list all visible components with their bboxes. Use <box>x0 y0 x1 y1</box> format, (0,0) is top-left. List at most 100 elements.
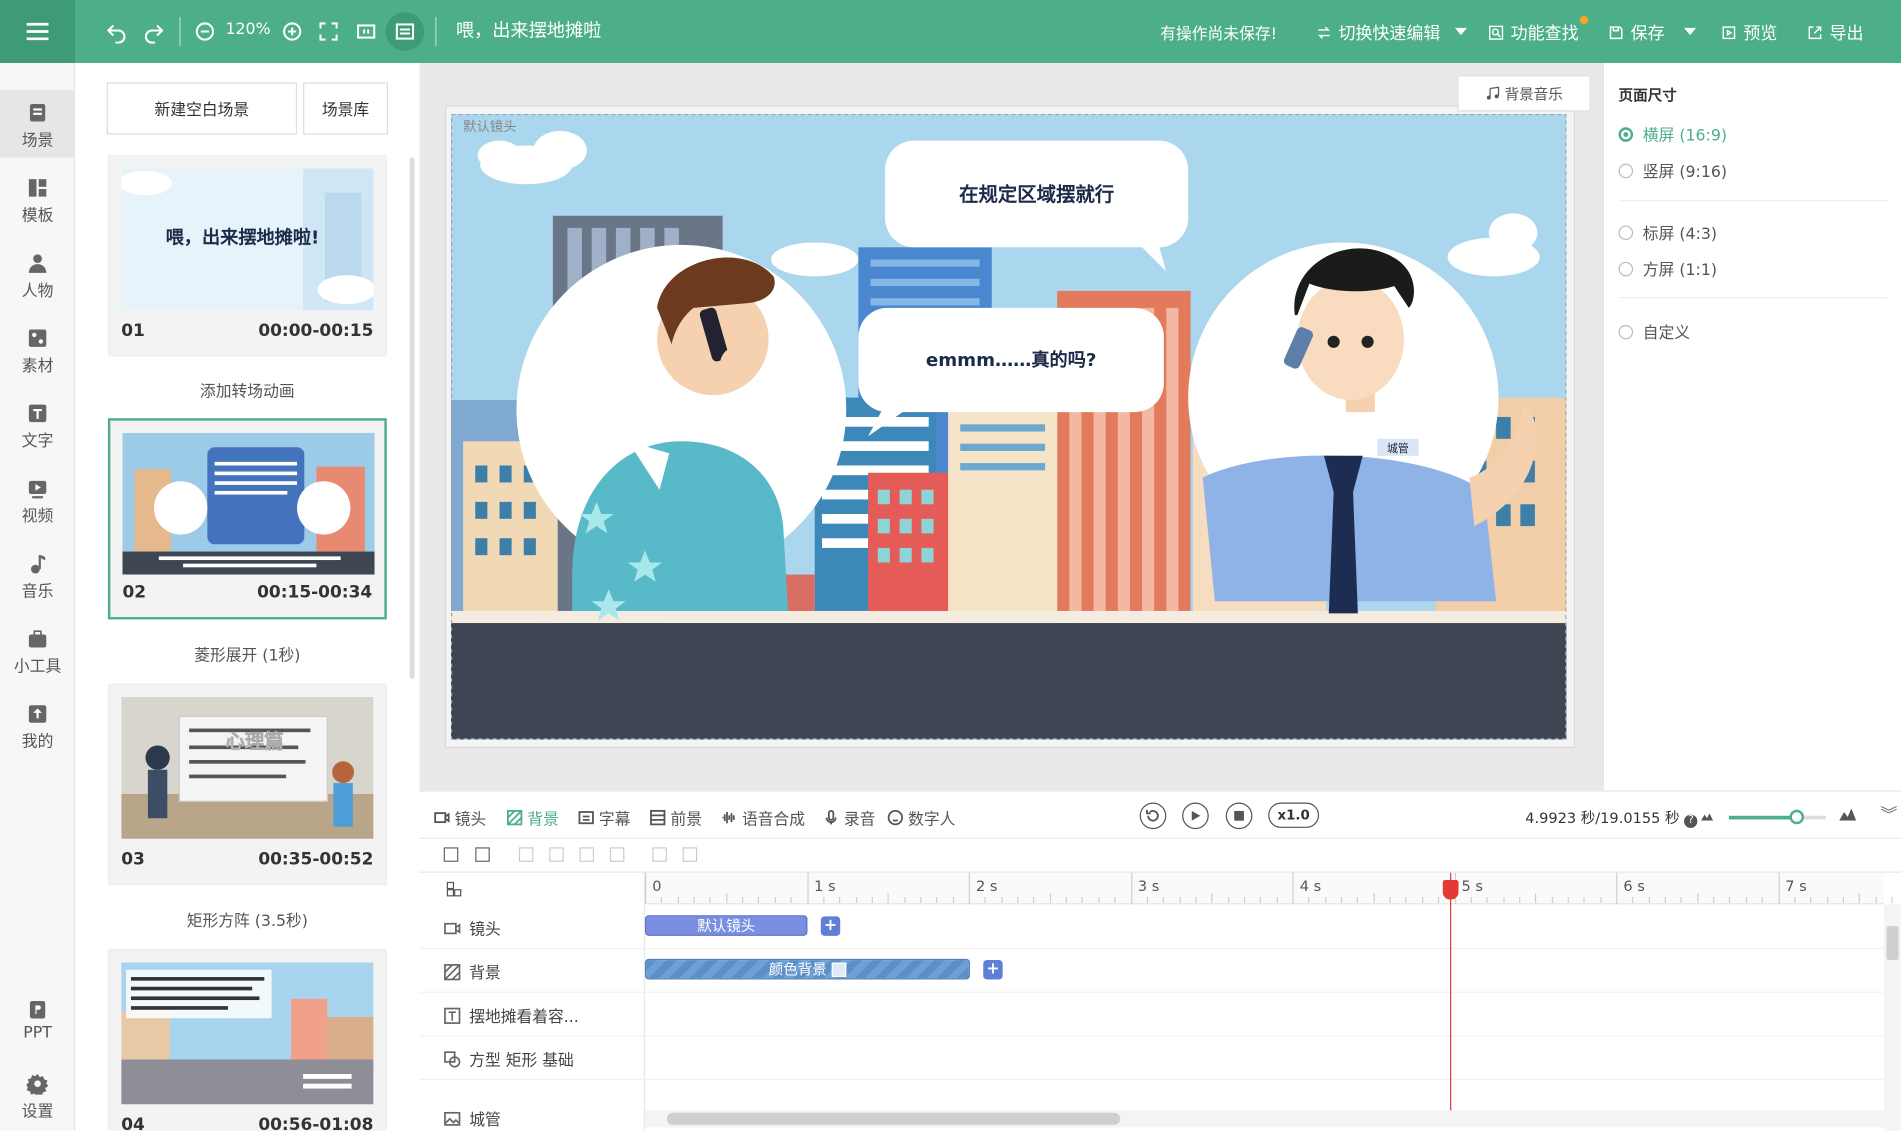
track-shape[interactable]: 方型 矩形 基础 <box>444 1047 574 1070</box>
new-scene-button[interactable]: 新建空白场景 <box>106 82 298 135</box>
redo-icon[interactable] <box>139 17 168 46</box>
timeline-zoom-slider[interactable] <box>1728 809 1826 825</box>
side-nav: 场景 模板 人物 素材 文字 视频 音乐 小工具 我的 PPT 设置 <box>0 63 76 1131</box>
timeline-tools <box>419 838 1901 873</box>
ruler-minor-tick <box>1551 897 1553 904</box>
nav-scene[interactable]: 场景 <box>0 89 76 158</box>
add-lens-button[interactable]: + <box>820 916 841 936</box>
subtitle-mode-icon[interactable] <box>390 17 419 46</box>
timeline-horizontal-scrollbar[interactable] <box>644 1110 1885 1128</box>
group-icon[interactable] <box>475 847 490 862</box>
nav-mine[interactable]: 我的 <box>0 691 75 759</box>
ruler-minor-tick <box>1599 897 1602 904</box>
align-right-icon[interactable] <box>579 847 595 862</box>
undo-icon[interactable] <box>102 17 131 46</box>
filter-icon[interactable] <box>443 847 459 862</box>
radio-standard[interactable]: 标屏 (4:3) <box>1618 221 1717 244</box>
zoom-out-mountain-icon[interactable] <box>1700 811 1714 821</box>
radio-portrait[interactable]: 竖屏 (9:16) <box>1618 159 1727 182</box>
transition-label[interactable]: 菱形展开 (1秒) <box>108 642 387 665</box>
nav-ppt[interactable]: PPT <box>0 987 75 1055</box>
scene-card[interactable]: 心理篇 03 00:35-00:52 <box>107 683 387 885</box>
layout-icon[interactable] <box>446 881 462 897</box>
scene-time: 00:15-00:34 <box>257 583 373 603</box>
zoom-in-icon[interactable] <box>278 17 307 46</box>
export-button[interactable]: 导出 <box>1806 21 1863 45</box>
tab-foreground[interactable]: 前景 <box>650 806 702 829</box>
nav-person[interactable]: 人物 <box>0 240 75 308</box>
distribute-icon[interactable] <box>609 847 625 862</box>
preview-button[interactable]: 预览 <box>1720 21 1777 45</box>
track-background[interactable]: 背景 <box>444 960 501 983</box>
quick-edit-button[interactable]: 切换快速编辑 <box>1315 21 1440 45</box>
ruler-minor-tick <box>855 897 857 904</box>
unstack-icon[interactable] <box>682 847 698 862</box>
nav-settings[interactable]: 设置 <box>0 1061 75 1129</box>
speed-button[interactable]: x1.0 <box>1268 802 1320 828</box>
track-image[interactable]: 城管 <box>444 1107 501 1130</box>
zoom-out-icon[interactable] <box>190 17 219 46</box>
scenes-scrollbar[interactable] <box>409 157 415 679</box>
align-left-icon[interactable] <box>518 847 534 862</box>
help-icon[interactable]: ? <box>1684 814 1698 828</box>
collapse-timeline-icon[interactable]: ︾ <box>1880 802 1897 826</box>
ruler-minor-tick <box>1324 897 1326 904</box>
tab-tts[interactable]: 语音合成 <box>721 806 805 829</box>
playhead[interactable] <box>1450 872 1452 1116</box>
lens-clip[interactable]: 默认镜头 <box>644 915 808 936</box>
tab-subtitle[interactable]: 字幕 <box>578 806 630 829</box>
nav-video[interactable]: 视频 <box>0 465 75 533</box>
play-icon[interactable] <box>1182 802 1209 830</box>
stack-icon[interactable] <box>652 847 667 862</box>
page-size-title: 页面尺寸 <box>1618 87 1677 105</box>
nav-toolbox[interactable]: 小工具 <box>0 616 75 684</box>
ruler-minor-tick <box>1664 897 1666 904</box>
transition-label[interactable]: 添加转场动画 <box>108 378 387 401</box>
default-lens-label: 默认镜头 <box>463 118 517 135</box>
radio-landscape[interactable]: 横屏 (16:9) <box>1618 122 1727 145</box>
tab-record[interactable]: 录音 <box>823 806 875 829</box>
quick-edit-caret-icon[interactable] <box>1454 27 1468 36</box>
project-title[interactable]: 喂，出来摆地摊啦 <box>456 17 602 42</box>
feature-search-button[interactable]: 功能查找 <box>1488 21 1579 45</box>
scene-card-selected[interactable]: 02 00:15-00:34 <box>107 418 387 620</box>
slider-knob[interactable] <box>1789 809 1805 825</box>
timeline-vertical-scrollbar[interactable] <box>1884 904 1901 1131</box>
scroll-thumb[interactable] <box>1886 926 1899 961</box>
nav-music[interactable]: 音乐 <box>0 541 75 609</box>
ruler-minor-tick <box>1017 897 1019 904</box>
fit-icon[interactable] <box>352 17 381 46</box>
replay-icon[interactable] <box>1139 802 1167 830</box>
save-button[interactable]: 保存 <box>1608 21 1665 45</box>
menu-icon[interactable] <box>0 0 76 64</box>
scene-library-button[interactable]: 场景库 <box>303 82 388 135</box>
radio-square[interactable]: 方屏 (1:1) <box>1618 257 1717 280</box>
scene-card[interactable]: 喂，出来摆地摊啦! 01 00:00-00:15 <box>107 155 387 357</box>
track-lens[interactable]: 镜头 <box>444 916 501 939</box>
nav-label: 小工具 <box>13 658 62 677</box>
scroll-thumb[interactable] <box>666 1112 1121 1125</box>
transition-label[interactable]: 矩形方阵 (3.5秒) <box>108 908 387 931</box>
background-music-button[interactable]: 背景音乐 <box>1457 75 1591 112</box>
nav-text[interactable]: 文字 <box>0 390 75 458</box>
radio-custom[interactable]: 自定义 <box>1618 320 1690 343</box>
save-caret-icon[interactable] <box>1684 27 1697 36</box>
scene-card[interactable]: 04 00:56-01:08 <box>107 949 387 1131</box>
fullscreen-icon[interactable] <box>314 17 343 46</box>
tab-digital-human[interactable]: 数字人 <box>887 806 955 829</box>
align-center-icon[interactable] <box>549 847 564 862</box>
settings-icon <box>26 1073 49 1095</box>
time-ruler[interactable]: 0 1 s 2 s 3 s 4 s 5 s 6 s 7 s <box>644 872 1893 905</box>
tab-lens[interactable]: 镜头 <box>434 806 486 829</box>
tab-background[interactable]: 背景 <box>507 806 559 829</box>
nav-label: 文字 <box>21 432 54 451</box>
material-icon <box>28 329 47 347</box>
background-clip[interactable]: 颜色背景 <box>644 958 970 980</box>
nav-template[interactable]: 模板 <box>0 165 75 233</box>
nav-material[interactable]: 素材 <box>0 315 75 383</box>
scene-canvas[interactable]: 城管 在规定区域摆就行 emmm……真的吗? <box>451 113 1567 740</box>
track-text[interactable]: 摆地摊看着容... <box>444 1004 579 1027</box>
zoom-in-mountain-icon[interactable] <box>1839 807 1857 821</box>
add-background-button[interactable]: + <box>983 960 1003 980</box>
stop-icon[interactable] <box>1225 802 1253 830</box>
